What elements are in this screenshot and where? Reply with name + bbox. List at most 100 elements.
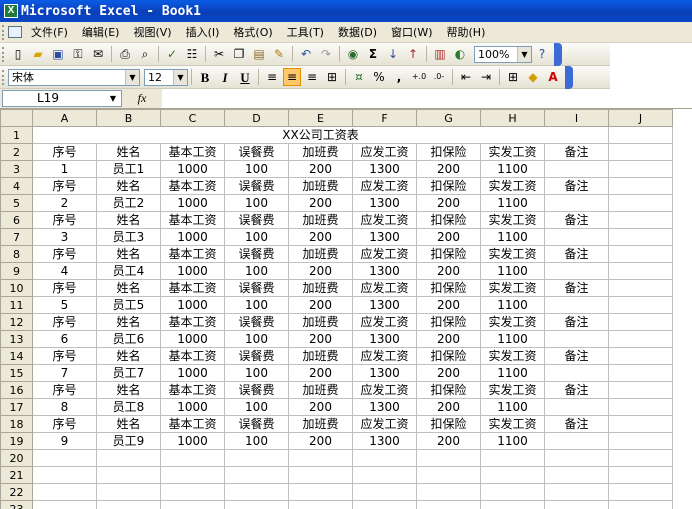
decrease-decimal-icon[interactable]: .0- [430,68,448,86]
header-cell[interactable]: 基本工资 [160,381,225,399]
select-all-button[interactable] [0,109,33,127]
new-icon[interactable]: ▯ [9,45,27,63]
cut-icon[interactable]: ✂ [210,45,228,63]
data-cell[interactable]: 1100 [480,160,545,178]
data-cell[interactable]: 100 [224,398,289,416]
header-cell[interactable]: 应发工资 [352,211,417,229]
header-cell[interactable]: 应发工资 [352,177,417,195]
cell[interactable] [608,143,673,161]
data-cell[interactable]: 1300 [352,330,417,348]
header-cell[interactable]: 实发工资 [480,313,545,331]
formula-input[interactable] [162,89,692,108]
cell[interactable] [544,262,609,280]
header-cell[interactable]: 扣保险 [416,245,481,263]
increase-indent-icon[interactable]: ⇥ [477,68,495,86]
column-header-j[interactable]: J [608,109,673,127]
cell[interactable] [480,500,545,509]
menu-format[interactable]: 格式(O) [226,24,279,40]
data-cell[interactable]: 200 [416,262,481,280]
header-cell[interactable]: 实发工资 [480,177,545,195]
header-cell[interactable]: 误餐费 [224,245,289,263]
research-icon[interactable]: ☷ [183,45,201,63]
row-header[interactable]: 1 [0,126,33,144]
column-header-c[interactable]: C [160,109,225,127]
cell[interactable] [96,466,161,484]
data-cell[interactable]: 100 [224,364,289,382]
data-cell[interactable]: 1300 [352,432,417,450]
data-cell[interactable]: 1000 [160,296,225,314]
header-cell[interactable]: 姓名 [96,143,161,161]
header-cell[interactable]: 实发工资 [480,381,545,399]
underline-button[interactable]: U [236,68,254,86]
data-cell[interactable]: 1000 [160,194,225,212]
cell[interactable] [224,483,289,501]
data-cell[interactable]: 1100 [480,364,545,382]
menu-data[interactable]: 数据(D) [331,24,384,40]
header-cell[interactable]: 姓名 [96,313,161,331]
header-cell[interactable]: 应发工资 [352,245,417,263]
header-cell[interactable]: 误餐费 [224,143,289,161]
data-cell[interactable]: 100 [224,228,289,246]
header-cell[interactable]: 误餐费 [224,279,289,297]
header-cell[interactable]: 加班费 [288,211,353,229]
header-cell[interactable]: 应发工资 [352,313,417,331]
spelling-icon[interactable]: ✓ [163,45,181,63]
data-cell[interactable]: 1000 [160,262,225,280]
header-cell[interactable]: 姓名 [96,177,161,195]
menu-edit[interactable]: 编辑(E) [75,24,127,40]
header-cell[interactable]: 误餐费 [224,211,289,229]
cell[interactable] [416,500,481,509]
name-box[interactable]: L19 ▼ [2,90,122,107]
column-header-b[interactable]: B [96,109,161,127]
cell[interactable] [608,245,673,263]
row-header[interactable]: 5 [0,194,33,212]
excel-app-icon[interactable]: X [4,4,18,18]
cell[interactable] [544,296,609,314]
header-cell[interactable]: 应发工资 [352,279,417,297]
align-left-icon[interactable]: ≡ [263,68,281,86]
header-cell[interactable]: 基本工资 [160,177,225,195]
header-cell[interactable]: 实发工资 [480,279,545,297]
data-cell[interactable]: 员工2 [96,194,161,212]
zoom-select[interactable]: 100% ▼ [474,45,532,63]
header-cell[interactable]: 加班费 [288,313,353,331]
header-cell[interactable]: 序号 [32,211,97,229]
header-cell[interactable]: 加班费 [288,245,353,263]
header-cell[interactable]: 备注 [544,177,609,195]
row-header[interactable]: 9 [0,262,33,280]
data-cell[interactable]: 员工5 [96,296,161,314]
cell[interactable] [608,483,673,501]
data-cell[interactable]: 1300 [352,228,417,246]
row-header[interactable]: 8 [0,245,33,263]
chevron-down-icon[interactable]: ▼ [173,69,187,85]
cell[interactable] [32,466,97,484]
header-cell[interactable]: 扣保险 [416,415,481,433]
cell[interactable] [608,296,673,314]
data-cell[interactable]: 200 [416,296,481,314]
data-cell[interactable]: 员工3 [96,228,161,246]
workbook-icon[interactable] [8,26,22,38]
cell[interactable] [224,449,289,467]
cell[interactable] [544,483,609,501]
data-cell[interactable]: 100 [224,330,289,348]
header-cell[interactable]: 备注 [544,245,609,263]
cell[interactable] [544,364,609,382]
header-cell[interactable]: 姓名 [96,381,161,399]
row-header[interactable]: 22 [0,483,33,501]
redo-icon[interactable]: ↷ [317,45,335,63]
row-header[interactable]: 3 [0,160,33,178]
paste-icon[interactable]: ▤ [250,45,268,63]
menu-help[interactable]: 帮助(H) [440,24,493,40]
cell[interactable] [480,466,545,484]
toolbar-grip[interactable] [2,69,5,85]
cell[interactable] [608,364,673,382]
cell[interactable] [288,449,353,467]
cell[interactable] [544,398,609,416]
chevron-down-icon[interactable]: ▼ [105,91,121,106]
data-cell[interactable]: 1000 [160,364,225,382]
cell[interactable] [224,500,289,509]
cell[interactable] [608,262,673,280]
chevron-down-icon[interactable]: ▼ [517,46,531,62]
chevron-down-icon[interactable]: ▼ [125,69,139,85]
cell[interactable] [416,449,481,467]
